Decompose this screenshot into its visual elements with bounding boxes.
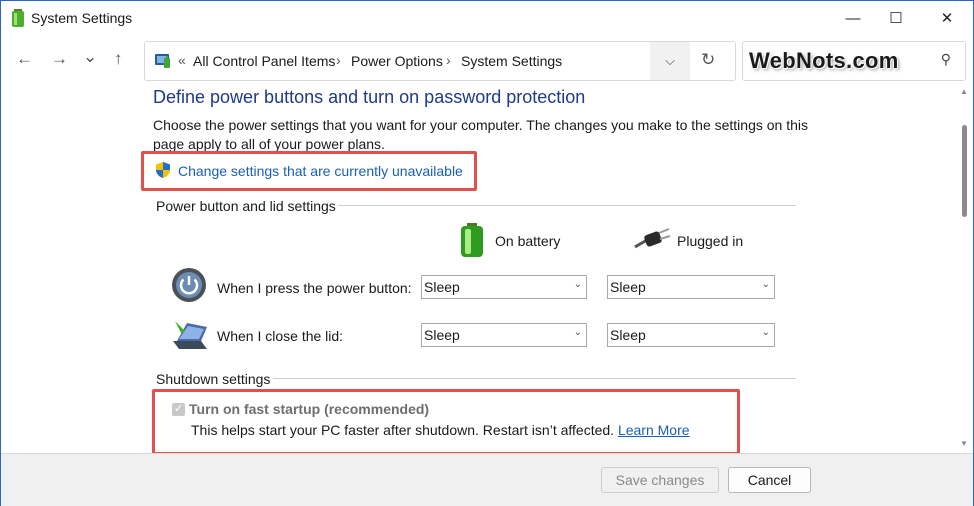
minimize-icon: — [845,9,861,27]
main-content: Define power buttons and turn on passwor… [1,87,973,453]
refresh-button[interactable]: ↻ [701,50,715,70]
control-panel-icon [155,54,170,68]
breadcrumb-overflow[interactable]: « [178,52,186,68]
cancel-button[interactable]: Cancel [728,467,811,493]
scroll-thumb[interactable] [962,125,967,217]
chevron-down-icon: ⌄ [761,327,770,338]
select-value: Sleep [424,327,460,343]
scroll-up-icon[interactable]: ▲ [960,87,968,96]
breadcrumb-power-options[interactable]: Power Options [351,53,443,69]
section-divider [338,205,796,206]
back-button[interactable]: ← [16,49,33,69]
fast-startup-description: This helps start your PC faster after sh… [191,422,690,438]
maximize-button[interactable]: ☐ [872,1,920,35]
section-divider [273,378,796,379]
address-dropdown-button[interactable]: ⌵ [650,42,690,80]
close-lid-battery-select[interactable]: Sleep ⌄ [421,323,587,347]
shutdown-section-title: Shutdown settings [156,371,271,387]
search-icon[interactable]: ⚲ [941,51,951,68]
close-lid-plugged-select[interactable]: Sleep ⌄ [607,323,775,347]
chevron-down-icon: ⌄ [573,279,582,290]
laptop-lid-icon [173,321,207,349]
uac-shield-icon [156,162,170,178]
vertical-scrollbar[interactable]: ▲ ▼ [959,87,971,453]
fast-startup-label: Turn on fast startup (recommended) [189,401,430,417]
dialog-footer: Save changes Cancel [1,453,973,506]
window-title: System Settings [31,10,133,26]
chevron-down-icon: ⌄ [573,327,582,338]
recent-locations-button[interactable]: ⌄ [83,47,97,67]
select-value: Sleep [610,279,646,295]
forward-button[interactable]: → [51,49,68,69]
close-button[interactable]: ✕ [923,1,971,35]
plugged-in-label: Plugged in [677,233,744,249]
save-changes-button[interactable]: Save changes [601,467,719,493]
close-lid-label: When I close the lid: [217,328,344,344]
address-bar[interactable]: « All Control Panel Items › Power Option… [144,41,736,81]
learn-more-link[interactable]: Learn More [618,422,690,438]
select-value: Sleep [610,327,646,343]
fast-startup-checkbox[interactable]: ✓ [172,403,185,416]
power-section-title: Power button and lid settings [156,198,336,214]
page-title: Define power buttons and turn on passwor… [153,87,586,107]
minimize-button[interactable]: — [829,1,877,35]
breadcrumb-separator[interactable]: › [336,52,341,68]
power-button-label: When I press the power button: [217,280,412,296]
breadcrumb-all-control-panel-items[interactable]: All Control Panel Items [193,53,335,69]
highlight-box-fast-startup [152,389,740,453]
breadcrumb-system-settings[interactable]: System Settings [461,53,562,69]
up-button[interactable]: ↑ [114,49,123,69]
breadcrumb-separator[interactable]: › [446,52,451,68]
page-description: Choose the power settings that you want … [153,117,809,152]
select-value: Sleep [424,279,460,295]
chevron-down-icon: ⌄ [761,279,770,290]
maximize-icon: ☐ [889,10,903,27]
window-frame: System Settings — ☐ ✕ ← → ⌄ ↑ « All Cont… [0,0,974,506]
navigation-bar: ← → ⌄ ↑ « All Control Panel Items › Powe… [1,35,973,88]
power-button-plugged-select[interactable]: Sleep ⌄ [607,275,775,299]
chevron-down-icon: ⌵ [665,53,675,68]
scroll-down-icon[interactable]: ▼ [960,439,968,448]
fast-startup-desc-text: This helps start your PC faster after sh… [191,422,615,438]
close-icon: ✕ [940,10,954,27]
title-bar: System Settings — ☐ ✕ [1,1,973,35]
power-plug-icon [634,228,671,249]
change-settings-link[interactable]: Change settings that are currently unava… [178,163,463,179]
search-box[interactable]: WebNots.com ⚲ [742,41,966,81]
on-battery-label: On battery [495,233,561,249]
power-button-icon [172,268,206,302]
power-button-battery-select[interactable]: Sleep ⌄ [421,275,587,299]
power-options-icon [12,9,24,27]
watermark-logo: WebNots.com [749,48,899,73]
battery-icon [461,223,483,257]
